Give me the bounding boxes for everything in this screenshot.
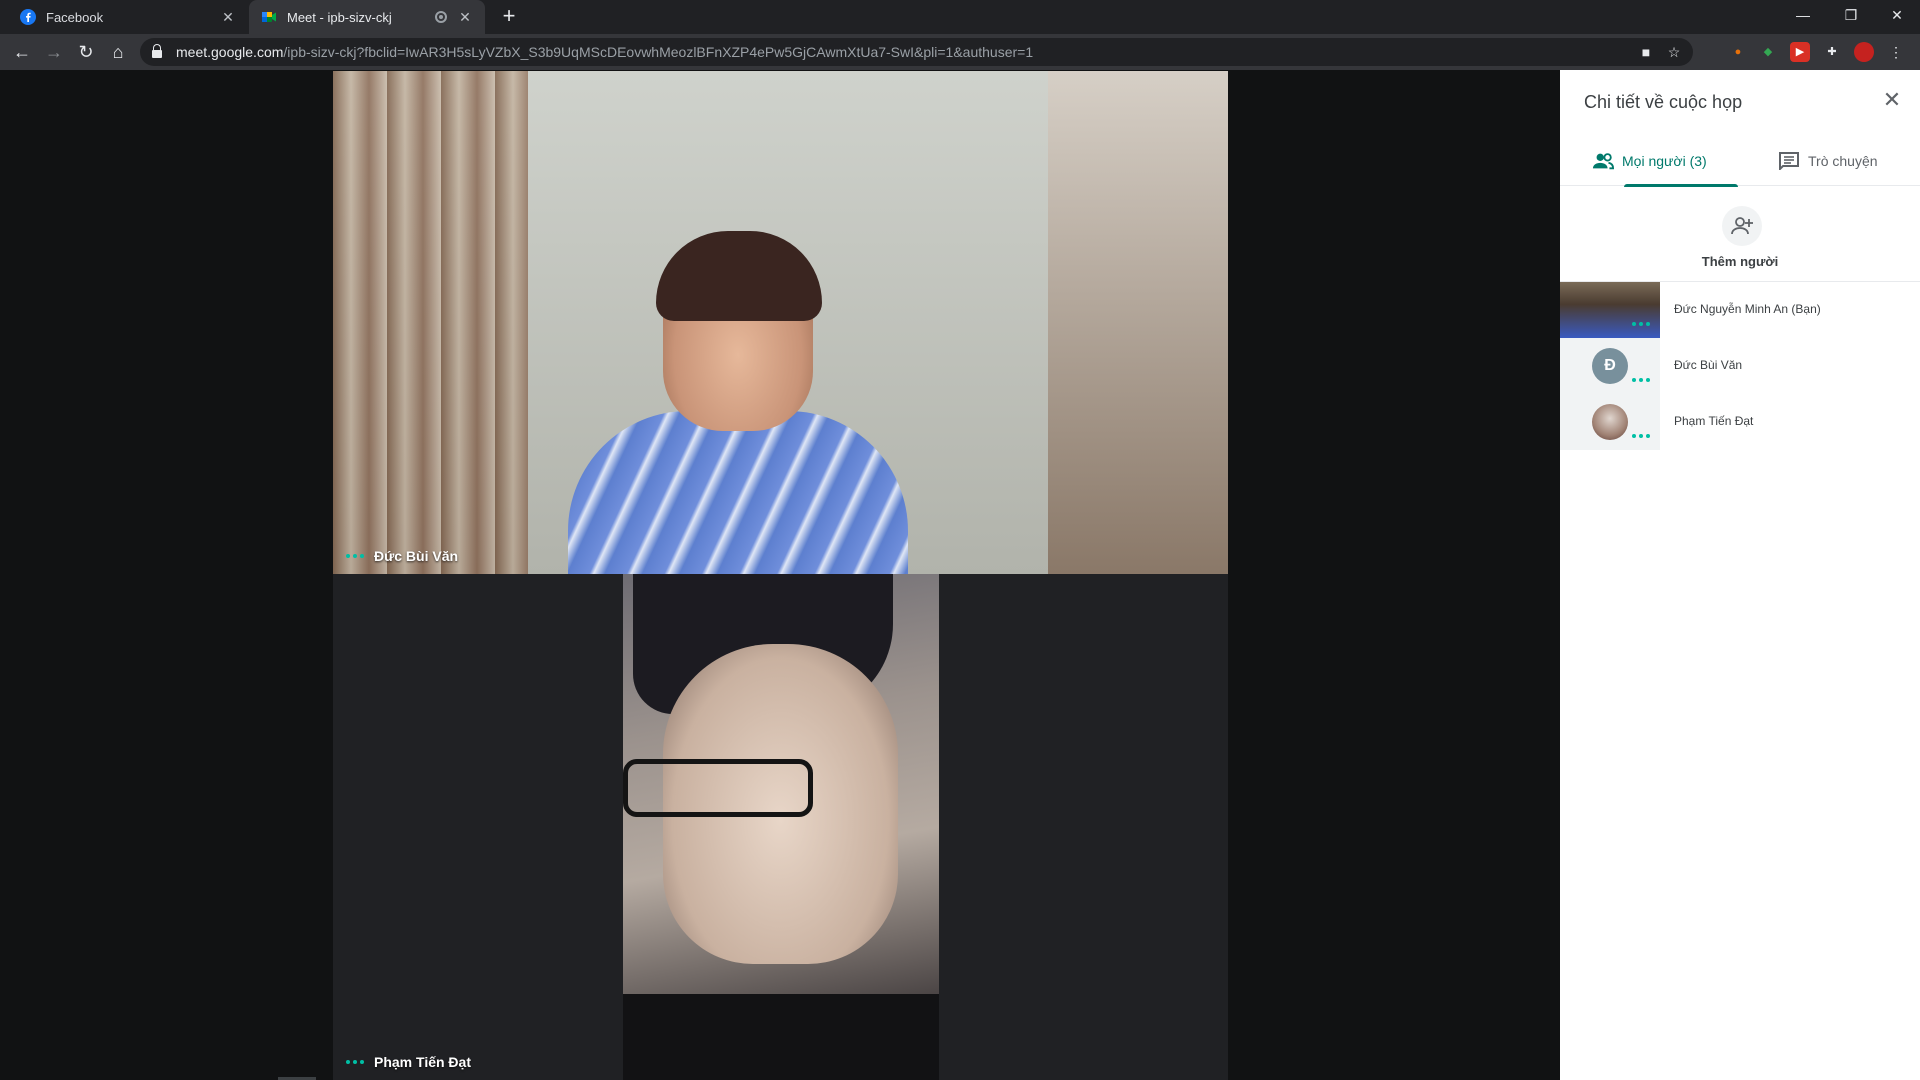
tab-title: Meet - ipb-sizv-ckj: [287, 9, 392, 25]
participant-row[interactable]: Phạm Tiến Đạt: [1560, 394, 1920, 450]
extensions-puzzle-icon[interactable]: ✚: [1822, 42, 1842, 62]
participant-name-tag: Đức Bùi Văn: [346, 548, 458, 564]
browser-tab-meet[interactable]: Meet - ipb-sizv-ckj ✕: [249, 0, 485, 34]
people-icon: [1592, 153, 1614, 170]
audio-activity-icon: [346, 1060, 364, 1064]
video-background: [333, 71, 528, 574]
extension-icon[interactable]: ▶: [1790, 42, 1810, 62]
restore-icon[interactable]: ❐: [1828, 0, 1874, 30]
tab-title: Facebook: [46, 9, 104, 25]
home-icon[interactable]: ⌂: [106, 40, 130, 64]
participant-name-tag: Phạm Tiến Đạt: [346, 1054, 471, 1070]
new-tab-icon[interactable]: +: [497, 5, 521, 29]
participant-tile[interactable]: Đức Bùi Văn: [333, 71, 1228, 574]
chat-icon: [1779, 152, 1799, 170]
tab-chat-label: Trò chuyện: [1808, 153, 1878, 169]
profile-avatar[interactable]: [1854, 42, 1874, 62]
browser-tab-strip: Facebook ✕ Meet - ipb-sizv-ckj ✕ + — ❐ ✕: [0, 0, 1920, 34]
extension-icon[interactable]: ●: [1728, 42, 1748, 62]
participant-name: Phạm Tiến Đạt: [1674, 414, 1754, 428]
avatar: Đ: [1592, 348, 1628, 384]
bookmark-star-icon[interactable]: ☆: [1667, 45, 1681, 59]
panel-title: Chi tiết về cuộc họp: [1584, 92, 1743, 112]
extension-icon[interactable]: ◆: [1758, 42, 1778, 62]
participant-name: Đức Bùi Văn: [374, 548, 459, 564]
participant-list: Đức Nguyễn Minh An (Bạn) Đ Đức Bùi Văn P…: [1560, 282, 1920, 450]
google-meet-icon: [262, 12, 276, 22]
participant-thumbnail: [1560, 282, 1660, 338]
menu-kebab-icon[interactable]: ⋮: [1886, 42, 1906, 62]
recording-indicator-icon: [435, 11, 447, 23]
audio-activity-icon: [1632, 322, 1650, 326]
forward-icon[interactable]: →: [42, 40, 66, 64]
close-window-icon[interactable]: ✕: [1874, 0, 1920, 30]
meeting-stage: Đức Bùi Văn Phạm Tiến Đạt: [0, 70, 1560, 1080]
camera-permission-icon[interactable]: ■: [1639, 45, 1653, 59]
address-bar[interactable]: meet.google.com /ipb-sizv-ckj?fbclid=IwA…: [140, 38, 1693, 66]
meeting-details-panel: Chi tiết về cuộc họp ✕ Mọi người (3) Trò…: [1560, 70, 1920, 1080]
participant-name: Đức Bùi Văn: [1674, 358, 1743, 372]
participant-thumbnail: Đ: [1560, 338, 1660, 394]
participant-thumbnail: [1560, 394, 1660, 450]
facebook-icon: [20, 9, 36, 25]
close-icon[interactable]: ✕: [1880, 88, 1904, 112]
close-tab-icon[interactable]: ✕: [457, 9, 473, 26]
avatar: [1592, 404, 1628, 440]
lock-icon: [152, 44, 162, 58]
participant-video: [568, 231, 908, 574]
audio-activity-icon: [346, 554, 364, 558]
add-person-icon: [1722, 206, 1762, 246]
close-tab-icon[interactable]: ✕: [220, 9, 236, 26]
participant-name: Đức Nguyễn Minh An (Bạn): [1674, 302, 1821, 316]
url-path: /ipb-sizv-ckj?fbclid=IwAR3H5sLyVZbX_S3b9…: [283, 44, 1034, 60]
audio-activity-icon: [1632, 434, 1650, 438]
participant-name: Phạm Tiến Đạt: [374, 1054, 471, 1070]
browser-tab-facebook[interactable]: Facebook ✕: [8, 0, 248, 34]
audio-activity-icon: [1632, 378, 1650, 382]
minimize-icon[interactable]: —: [1780, 0, 1826, 30]
browser-toolbar: ← → ↻ ⌂ meet.google.com /ipb-sizv-ckj?fb…: [0, 34, 1920, 70]
participant-row[interactable]: Đ Đức Bùi Văn: [1560, 338, 1920, 394]
add-people-button[interactable]: Thêm người: [1560, 186, 1920, 282]
participant-tile[interactable]: Phạm Tiến Đạt: [333, 574, 1228, 1080]
tab-people[interactable]: Mọi người (3): [1592, 136, 1738, 187]
participant-row[interactable]: Đức Nguyễn Minh An (Bạn): [1560, 282, 1920, 338]
tab-people-label: Mọi người (3): [1622, 153, 1707, 169]
add-people-label: Thêm người: [1701, 254, 1779, 269]
back-icon[interactable]: ←: [10, 40, 34, 64]
url-domain: meet.google.com: [176, 44, 284, 60]
tab-chat[interactable]: Trò chuyện: [1778, 136, 1878, 186]
panel-tabs: Mọi người (3) Trò chuyện: [1560, 136, 1920, 187]
participant-video: [623, 574, 939, 1080]
reload-icon[interactable]: ↻: [74, 40, 98, 64]
video-background: [1048, 71, 1228, 574]
